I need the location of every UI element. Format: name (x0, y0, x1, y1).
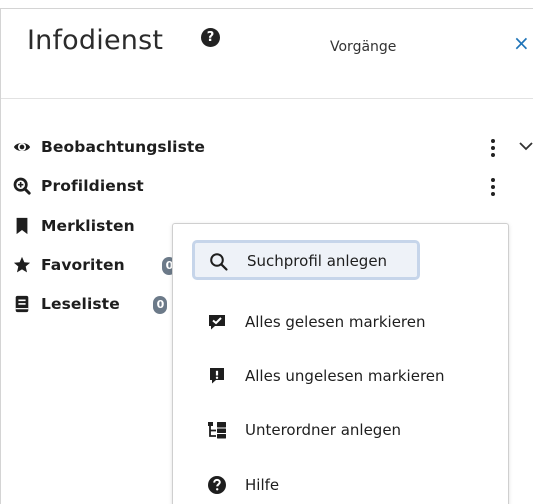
sidebar-item-beobachtungsliste[interactable]: Beobachtungsliste (1, 136, 533, 162)
count-badge: 0 (153, 296, 167, 314)
close-icon[interactable]: × (513, 33, 530, 53)
menu-item-unterordner-anlegen[interactable]: Unterordner anlegen (191, 409, 491, 451)
sidebar-item-label: Favoriten (41, 256, 125, 274)
menu-item-suchprofil-anlegen[interactable]: Suchprofil anlegen (192, 240, 420, 280)
menu-item-label: Unterordner anlegen (245, 421, 402, 439)
page-title: Infodienst (27, 25, 164, 56)
kebab-menu-icon[interactable] (488, 138, 498, 158)
comment-check-icon (209, 315, 225, 330)
comment-exclamation-icon (210, 368, 224, 384)
menu-item-hilfe[interactable]: Hilfe (191, 464, 491, 504)
menu-item-alles-gelesen-markieren[interactable]: Alles gelesen markieren (191, 301, 491, 343)
chevron-down-icon[interactable] (518, 140, 533, 152)
bookmark-icon (16, 217, 28, 235)
sidebar-item-label: Beobachtungsliste (41, 138, 206, 156)
menu-item-label: Suchprofil anlegen (247, 252, 388, 270)
question-circle-icon[interactable]: ? (201, 28, 220, 47)
book-icon (15, 295, 29, 313)
search-icon (210, 253, 228, 271)
eye-icon (13, 142, 31, 152)
tab-vorgaenge[interactable]: Vorgänge (330, 39, 396, 55)
sidebar-item-label: Merklisten (41, 217, 135, 235)
menu-item-alles-ungelesen-markieren[interactable]: Alles ungelesen markieren (191, 355, 491, 397)
infodienst-panel: Infodienst ? Vorgänge × Beobachtungslist… (0, 8, 533, 504)
sidebar-item-profildienst[interactable]: Profildienst (1, 175, 533, 201)
panel-header: Infodienst ? Vorgänge × (1, 9, 533, 99)
kebab-menu-icon[interactable] (488, 177, 498, 197)
star-icon (13, 256, 31, 273)
search-plus-icon (13, 177, 31, 195)
context-menu: Suchprofil anlegen Alles gelesen markier… (172, 223, 509, 504)
menu-item-label: Hilfe (245, 476, 280, 494)
menu-item-label: Alles ungelesen markieren (245, 367, 445, 385)
sidebar-item-label: Profildienst (41, 177, 144, 195)
menu-item-label: Alles gelesen markieren (245, 313, 426, 331)
sidebar-item-label: Leseliste (41, 295, 120, 313)
question-circle-icon (208, 476, 226, 494)
folder-tree-icon (208, 422, 226, 439)
